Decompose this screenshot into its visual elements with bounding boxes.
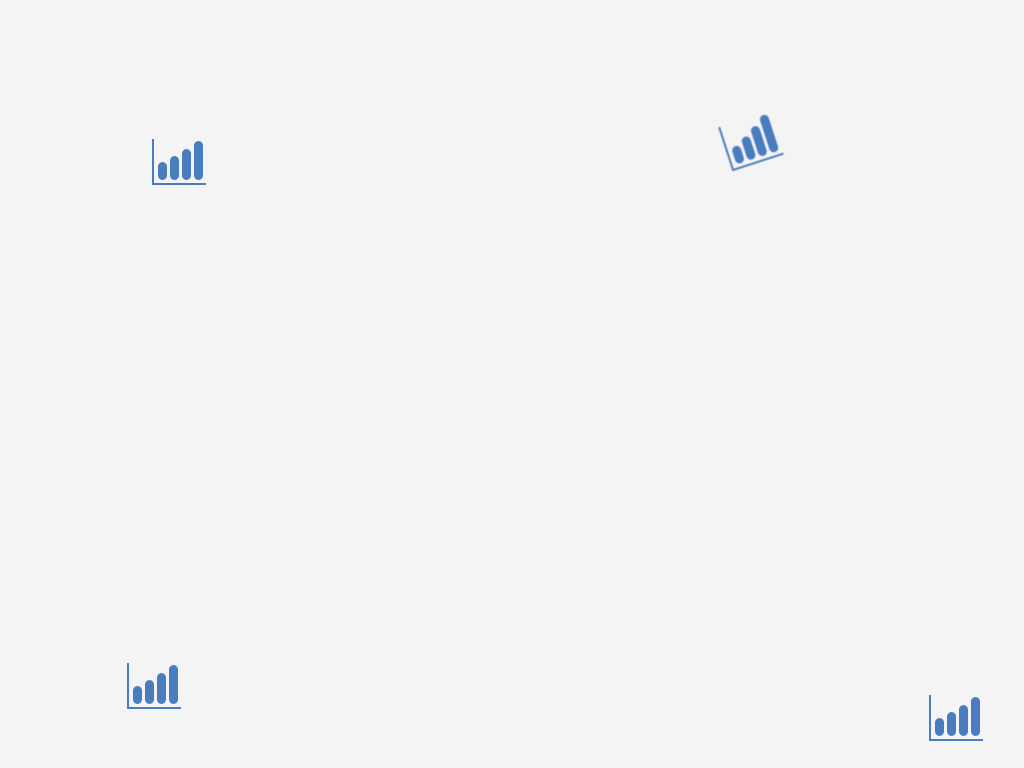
bar-chart-icon-graphic <box>152 139 206 185</box>
bar-chart-icon-graphic <box>718 114 784 172</box>
bar-chart-icon[interactable] <box>717 109 786 174</box>
bar-chart-icon[interactable] <box>126 661 182 711</box>
bar-chart-icon[interactable] <box>928 693 984 743</box>
bar-chart-icon-graphic <box>929 695 983 741</box>
bar-chart-icon-graphic <box>127 663 181 709</box>
bar-chart-icon[interactable] <box>151 137 207 187</box>
